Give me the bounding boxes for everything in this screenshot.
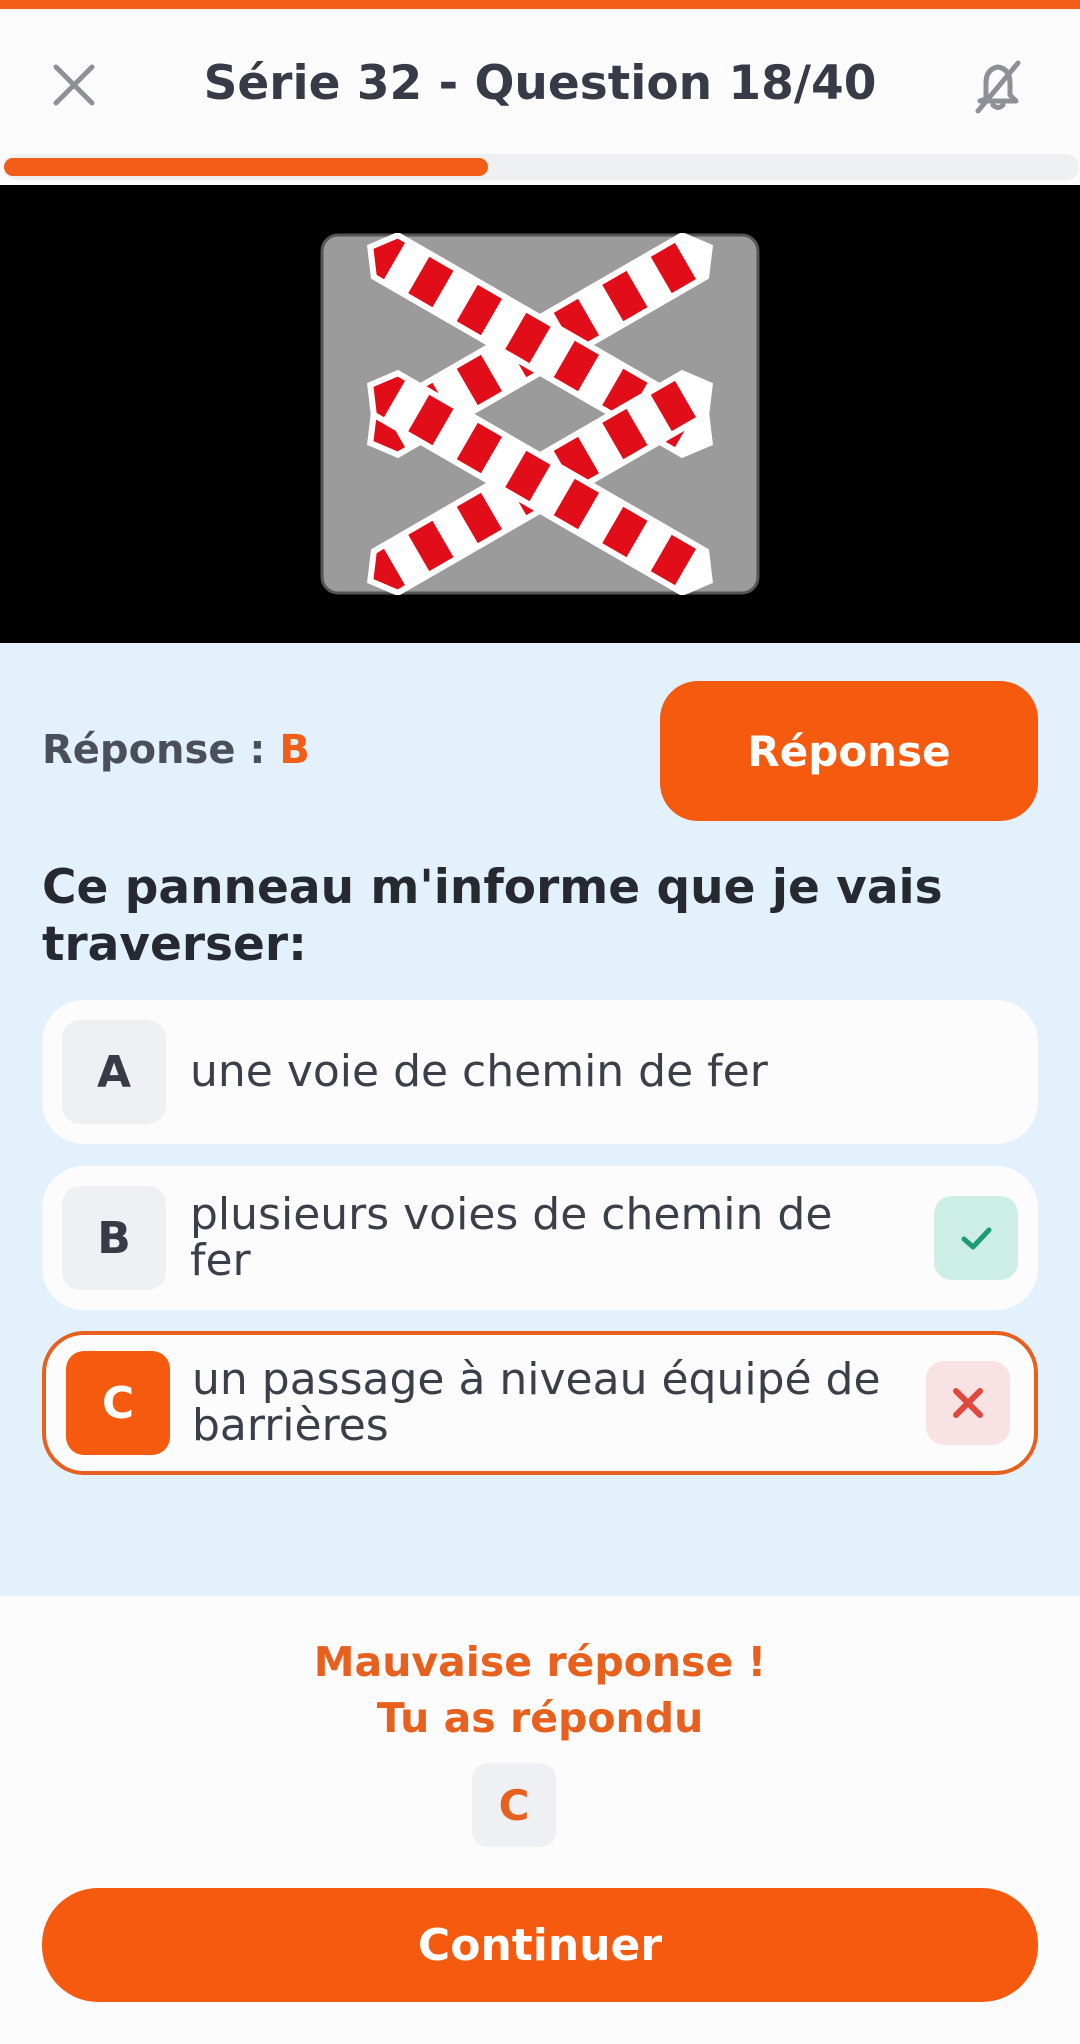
mute-button[interactable]	[966, 53, 1030, 117]
option-b[interactable]: B plusieurs voies de chemin de fer	[42, 1166, 1038, 1310]
feedback-subline: Tu as répondu	[376, 1694, 704, 1742]
answer-label: Réponse : B	[42, 725, 310, 775]
top-accent-line	[0, 0, 1080, 9]
option-text: un passage à niveau équipé de barrières	[192, 1354, 881, 1451]
option-letter: C	[66, 1351, 170, 1455]
feedback-headline: Mauvaise réponse !	[313, 1638, 767, 1686]
question-image	[0, 185, 1080, 643]
continue-button[interactable]: Continuer	[42, 1888, 1038, 2002]
option-text: plusieurs voies de chemin de fer	[190, 1189, 833, 1286]
header: Série 32 - Question 18/40	[0, 9, 1080, 154]
reponse-button[interactable]: Réponse	[660, 681, 1038, 821]
answer-label-text: Réponse :	[42, 727, 266, 773]
check-icon	[961, 1227, 992, 1250]
cross-icon	[953, 1388, 983, 1418]
progress-fill	[4, 158, 488, 176]
answer-letter: B	[279, 727, 310, 773]
given-answer-badge: C	[472, 1763, 556, 1847]
page-title: Série 32 - Question 18/40	[203, 56, 877, 111]
close-icon	[53, 64, 95, 106]
progress-bar	[4, 154, 1079, 180]
close-button[interactable]	[44, 55, 104, 115]
railroad-crossing-sign-icon	[320, 233, 760, 595]
answer-panel: Réponse : B Réponse Ce panneau m'informe…	[0, 643, 1080, 1596]
wrong-badge	[926, 1361, 1010, 1445]
option-text: une voie de chemin de fer	[190, 1046, 768, 1097]
option-letter: B	[62, 1186, 166, 1290]
option-letter: A	[62, 1020, 166, 1124]
correct-badge	[934, 1196, 1018, 1280]
question-text: Ce panneau m'informe que je vais travers…	[42, 860, 943, 972]
mute-icon	[975, 60, 1021, 114]
option-a[interactable]: A une voie de chemin de fer	[42, 1000, 1038, 1144]
option-c[interactable]: C un passage à niveau équipé de barrière…	[42, 1331, 1038, 1475]
